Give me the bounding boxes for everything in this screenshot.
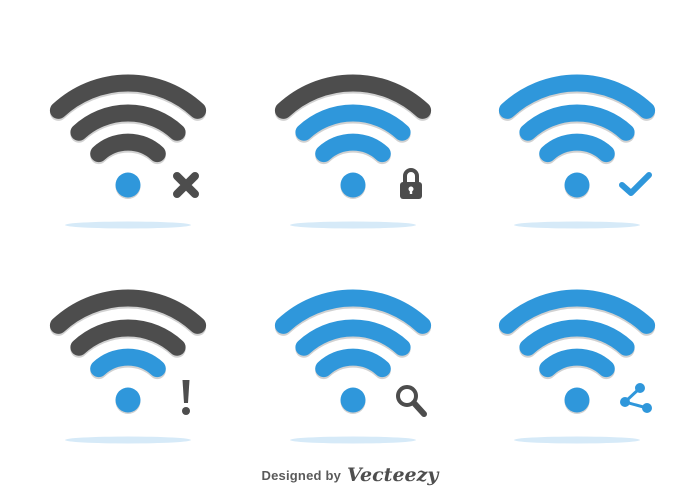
- signal-dot: [115, 172, 141, 198]
- wifi-share-icon: [498, 289, 656, 444]
- signal-dot: [564, 172, 590, 198]
- ground-shadow: [514, 436, 640, 444]
- ground-shadow: [514, 221, 640, 229]
- ground-shadow: [65, 221, 191, 229]
- signal-dot: [340, 387, 366, 413]
- wifi-locked-icon: [274, 74, 432, 229]
- credit-prefix: Designed by: [261, 467, 342, 483]
- signal-dot: [340, 172, 366, 198]
- wifi-warning-icon: [49, 289, 207, 444]
- signal-dot: [564, 387, 590, 413]
- wifi-icon-set: Designed by Vecteezy: [0, 0, 700, 490]
- magnifier-icon: [396, 385, 427, 417]
- wifi-search-icon: [274, 289, 432, 444]
- ground-shadow: [65, 436, 191, 444]
- wifi-disconnected-icon: [49, 74, 207, 229]
- ground-shadow: [290, 436, 416, 444]
- wifi-icon-grid: [49, 74, 656, 444]
- wifi-connected-icon: [498, 74, 656, 229]
- signal-dot: [115, 387, 141, 413]
- brand-logo: Vecteezy: [347, 464, 439, 486]
- padlock-icon: [400, 168, 422, 199]
- credit-line: Designed by Vecteezy: [0, 460, 700, 490]
- share-icon: [620, 383, 652, 413]
- x-mark-icon: [173, 172, 199, 198]
- checkmark-icon: [619, 172, 652, 196]
- exclamation-icon: [182, 380, 190, 415]
- ground-shadow: [290, 221, 416, 229]
